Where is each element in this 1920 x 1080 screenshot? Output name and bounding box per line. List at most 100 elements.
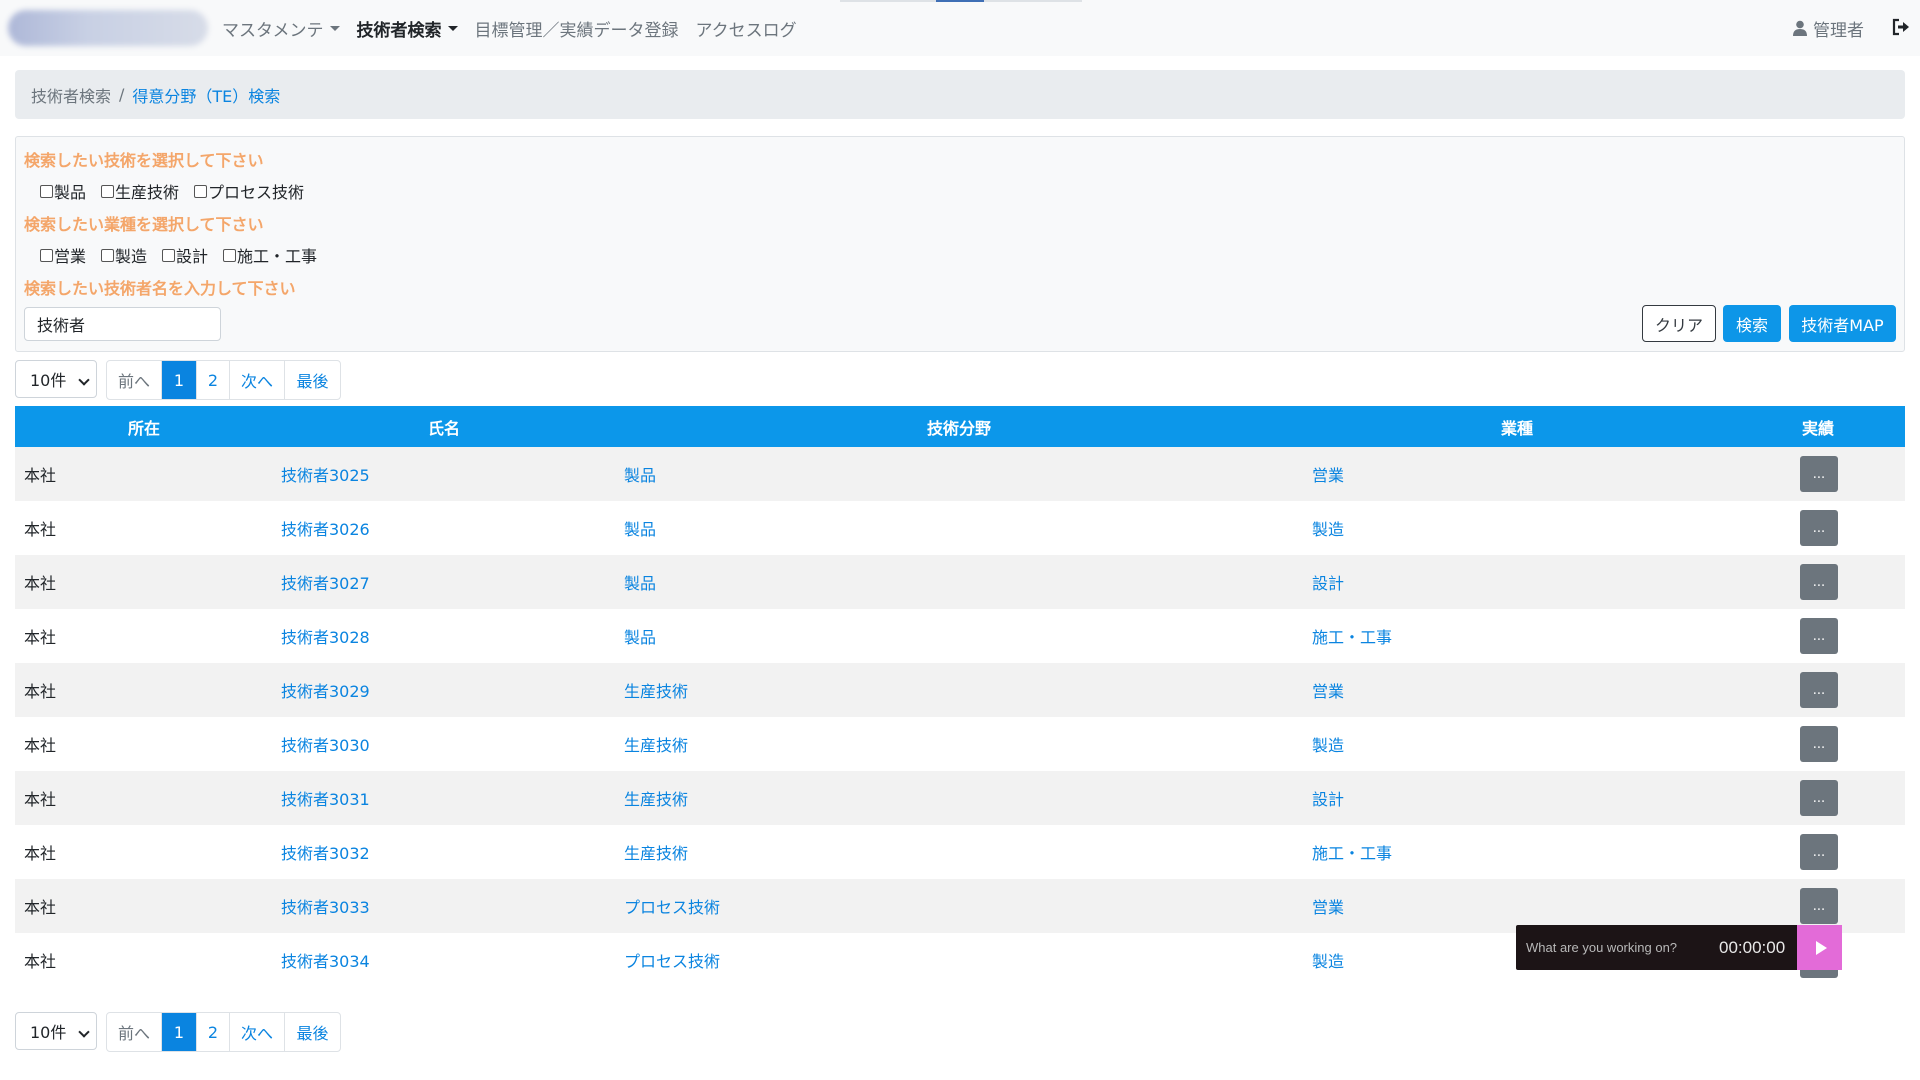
page-prev[interactable]: 前へ: [107, 361, 162, 399]
table-row: 本社 技術者3032 生産技術 施工・工事...: [15, 825, 1905, 879]
engineer-name-link[interactable]: 技術者3030: [281, 717, 370, 771]
cell-location: 本社: [24, 574, 57, 593]
breadcrumb-item-engineer-search: 技術者検索: [31, 86, 112, 106]
industry-link[interactable]: 施工・工事: [1312, 825, 1392, 879]
per-page-select[interactable]: 10件: [15, 1012, 97, 1050]
tech-field-link[interactable]: 製品: [624, 555, 656, 609]
engineer-map-button[interactable]: 技術者MAP: [1789, 305, 1896, 342]
cell-location: 本社: [24, 682, 57, 701]
checkbox-box[interactable]: [40, 184, 53, 198]
caret-down-icon: [329, 25, 340, 31]
page-next[interactable]: 次へ: [230, 1013, 285, 1051]
table-row: 本社 技術者3028 製品 施工・工事...: [15, 609, 1905, 663]
pagination: 前へ 1 2 次へ 最後: [106, 360, 341, 400]
engineer-name-link[interactable]: 技術者3028: [281, 609, 370, 663]
engineer-name-link[interactable]: 技術者3031: [281, 771, 370, 825]
nav-item-master-maintenance[interactable]: マスタメンテ: [222, 16, 340, 41]
checkbox-box[interactable]: [223, 248, 237, 262]
checkbox-label: プロセス技術: [208, 183, 305, 202]
checkbox-tech-product[interactable]: 製品: [40, 179, 86, 203]
tech-field-link[interactable]: プロセス技術: [624, 879, 720, 933]
nav-item-goal-management[interactable]: 目標管理／実績データ登録: [475, 16, 679, 41]
industry-link[interactable]: 製造: [1312, 933, 1344, 987]
engineer-name-link[interactable]: 技術者3034: [281, 933, 370, 987]
page-1[interactable]: 1: [162, 1013, 197, 1051]
results-button[interactable]: ...: [1800, 834, 1838, 870]
tech-field-link[interactable]: 生産技術: [624, 825, 688, 879]
checkbox-industry-design[interactable]: 設計: [162, 243, 208, 267]
page-prev[interactable]: 前へ: [107, 1013, 162, 1051]
results-button[interactable]: ...: [1800, 726, 1838, 762]
engineer-name-input[interactable]: [24, 307, 221, 341]
tech-field-link[interactable]: 生産技術: [624, 717, 688, 771]
engineer-name-link[interactable]: 技術者3033: [281, 879, 370, 933]
engineer-name-link[interactable]: 技術者3027: [281, 555, 370, 609]
page-last[interactable]: 最後: [285, 361, 340, 399]
nav-item-access-log[interactable]: アクセスログ: [696, 16, 797, 41]
user-menu[interactable]: 管理者: [1793, 0, 1864, 56]
table-row: 本社 技術者3029 生産技術 営業...: [15, 663, 1905, 717]
cell-location: 本社: [24, 736, 57, 755]
page-1[interactable]: 1: [162, 361, 197, 399]
chevron-down-icon: [78, 1026, 90, 1038]
user-icon: [1793, 20, 1807, 36]
engineer-name-link[interactable]: 技術者3029: [281, 663, 370, 717]
checkbox-box[interactable]: [162, 248, 176, 262]
task-description-input[interactable]: What are you working on?: [1526, 925, 1677, 970]
search-button[interactable]: 検索: [1723, 305, 1781, 342]
industry-link[interactable]: 製造: [1312, 501, 1344, 555]
industry-link[interactable]: 設計: [1312, 555, 1344, 609]
page-2[interactable]: 2: [197, 1013, 230, 1051]
checkbox-box[interactable]: [194, 184, 208, 198]
industry-link[interactable]: 施工・工事: [1312, 609, 1392, 663]
table-body: 本社 技術者3025 製品 営業... 本社 技術者3026 製品 製造... 本社 技術者302…: [15, 447, 1905, 987]
app-logo[interactable]: [8, 10, 208, 46]
checkbox-tech-production[interactable]: 生産技術: [101, 179, 179, 203]
results-button[interactable]: ...: [1800, 672, 1838, 708]
caret-down-icon: [447, 25, 458, 31]
page-2[interactable]: 2: [197, 361, 230, 399]
sign-out-icon[interactable]: [1892, 18, 1910, 36]
tech-field-link[interactable]: 製品: [624, 501, 656, 555]
results-button[interactable]: ...: [1800, 456, 1838, 492]
checkbox-label: 製造: [115, 247, 148, 266]
page-last[interactable]: 最後: [285, 1013, 340, 1051]
results-button[interactable]: ...: [1800, 888, 1838, 924]
tech-field-link[interactable]: プロセス技術: [624, 933, 720, 987]
nav-item-label: マスタメンテ: [222, 20, 324, 41]
tech-field-link[interactable]: 生産技術: [624, 663, 688, 717]
checkbox-industry-sales[interactable]: 営業: [40, 243, 86, 267]
per-page-select[interactable]: 10件: [15, 360, 97, 398]
results-button[interactable]: ...: [1800, 564, 1838, 600]
checkbox-label: 施工・工事: [237, 247, 318, 266]
industry-link[interactable]: 営業: [1312, 447, 1344, 501]
nav-item-engineer-search[interactable]: 技術者検索: [357, 16, 458, 41]
breadcrumb-item-te-search[interactable]: 得意分野（TE）検索: [132, 83, 280, 107]
checkbox-industry-manufacturing[interactable]: 製造: [101, 243, 147, 267]
col-industry: 業種: [1500, 418, 1533, 438]
industry-link[interactable]: 設計: [1312, 771, 1344, 825]
clear-button[interactable]: クリア: [1642, 305, 1716, 342]
checkbox-box[interactable]: [101, 184, 115, 198]
tech-field-link[interactable]: 製品: [624, 447, 656, 501]
engineer-name-link[interactable]: 技術者3032: [281, 825, 370, 879]
industry-link[interactable]: 営業: [1312, 663, 1344, 717]
play-button[interactable]: [1797, 925, 1842, 970]
results-button[interactable]: ...: [1800, 510, 1838, 546]
checkbox-tech-process[interactable]: プロセス技術: [194, 179, 304, 203]
page-next[interactable]: 次へ: [230, 361, 285, 399]
tech-field-link[interactable]: 生産技術: [624, 771, 688, 825]
engineer-name-link[interactable]: 技術者3025: [281, 447, 370, 501]
checkbox-industry-construction[interactable]: 施工・工事: [223, 243, 317, 267]
results-button[interactable]: ...: [1800, 618, 1838, 654]
industry-link[interactable]: 営業: [1312, 879, 1344, 933]
industry-link[interactable]: 製造: [1312, 717, 1344, 771]
tech-field-link[interactable]: 製品: [624, 609, 656, 663]
checkbox-box[interactable]: [101, 248, 115, 262]
name-section-label: 検索したい技術者名を入力して下さい: [24, 279, 296, 298]
engineer-name-link[interactable]: 技術者3026: [281, 501, 370, 555]
checkbox-box[interactable]: [40, 248, 53, 262]
nav-item-label: 目標管理／実績データ登録: [474, 20, 679, 41]
engineer-table: 所在 氏名 技術分野 業種 実績 本社 技術者3025 製品 営業... 本社 技術者30…: [15, 406, 1905, 987]
results-button[interactable]: ...: [1800, 780, 1838, 816]
